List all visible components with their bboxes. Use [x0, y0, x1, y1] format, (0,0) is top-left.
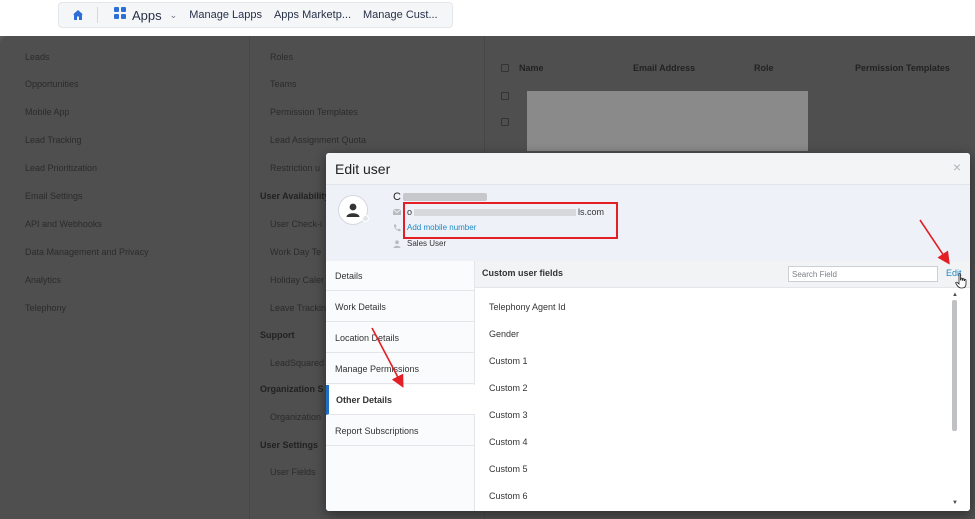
hand-cursor-icon	[955, 273, 967, 289]
menu-item-lead-prioritization[interactable]: Lead Prioritization	[25, 163, 97, 173]
submenu-teams[interactable]: Teams	[270, 79, 297, 89]
home-icon[interactable]	[67, 4, 89, 26]
column-permission-templates[interactable]: Permission Templates	[855, 63, 950, 73]
column-name[interactable]: Name	[519, 63, 544, 73]
field-gender[interactable]: Gender	[489, 329, 519, 339]
section-user-settings: User Settings	[260, 440, 319, 450]
submenu-organization[interactable]: Organization	[270, 412, 321, 422]
submenu-work-day[interactable]: Work Day Te	[270, 247, 321, 257]
mail-icon	[393, 208, 401, 215]
menu-item-lead-tracking[interactable]: Lead Tracking	[25, 135, 82, 145]
tab-manage-custom[interactable]: Manage Cust...	[357, 9, 444, 21]
submenu-permission-templates[interactable]: Permission Templates	[270, 107, 358, 117]
select-all-checkbox[interactable]	[501, 64, 509, 72]
section-user-availability: User Availability	[260, 191, 330, 201]
menu-item-api-webhooks[interactable]: API and Webhooks	[25, 219, 102, 229]
menu-item-email-settings[interactable]: Email Settings	[25, 191, 83, 201]
submenu-lead-assignment-quota[interactable]: Lead Assignment Quota	[270, 135, 366, 145]
row-checkbox[interactable]	[501, 118, 509, 126]
modal-header: Edit user ×	[326, 153, 970, 185]
email-highlight-box	[403, 202, 618, 239]
scrollbar-thumb[interactable]	[952, 300, 957, 431]
apps-label: Apps	[132, 7, 162, 23]
modal-tabs: Details Work Details Location Details Ma…	[326, 261, 475, 511]
filter-bar	[492, 36, 975, 48]
modal-title: Edit user	[335, 161, 391, 177]
phone-icon	[393, 224, 401, 232]
scroll-down-icon[interactable]: ▼	[952, 500, 958, 506]
row-checkbox[interactable]	[501, 92, 509, 100]
user-silhouette-icon	[346, 203, 360, 217]
field-custom-1[interactable]: Custom 1	[489, 356, 528, 366]
chevron-down-icon: ⌄	[169, 9, 178, 20]
tab-location-details[interactable]: Location Details	[326, 323, 475, 353]
role-icon	[393, 240, 401, 248]
field-telephony-agent-id[interactable]: Telephony Agent Id	[489, 302, 566, 312]
tab-manage-lapps[interactable]: Manage Lapps	[183, 9, 268, 21]
user-name-initial: C	[393, 191, 401, 203]
user-role: Sales User	[407, 239, 447, 248]
field-custom-5[interactable]: Custom 5	[489, 464, 528, 474]
tab-details[interactable]: Details	[326, 261, 475, 291]
custom-fields-title: Custom user fields	[482, 268, 564, 278]
apps-grid-icon	[114, 6, 126, 24]
users-table-header: Name Email Address Role Permission Templ…	[492, 58, 975, 78]
field-custom-6[interactable]: Custom 6	[489, 491, 528, 501]
section-support: Support	[260, 330, 295, 340]
tab-work-details[interactable]: Work Details	[326, 292, 475, 322]
menu-item-telephony[interactable]: Telephony	[25, 303, 66, 313]
submenu-holiday-calendar[interactable]: Holiday Caler	[270, 275, 324, 285]
section-organization: Organization S	[260, 384, 324, 394]
redacted-area	[527, 91, 808, 151]
close-icon[interactable]: ×	[953, 160, 961, 174]
tab-other-details[interactable]: Other Details	[326, 385, 475, 415]
menu-item-analytics[interactable]: Analytics	[25, 275, 61, 285]
redacted-name	[402, 193, 487, 201]
apps-dropdown[interactable]: Apps ⌄	[108, 3, 183, 27]
menu-item-data-management[interactable]: Data Management and Privacy	[25, 247, 149, 257]
submenu-roles[interactable]: Roles	[270, 52, 293, 62]
field-custom-4[interactable]: Custom 4	[489, 437, 528, 447]
menu-item-mobile-app[interactable]: Mobile App	[25, 107, 70, 117]
settings-left-menu: Leads Opportunities Mobile App Lead Trac…	[0, 36, 250, 519]
submenu-user-fields[interactable]: User Fields	[270, 467, 316, 477]
submenu-leadsquared[interactable]: LeadSquared	[270, 358, 324, 368]
field-custom-3[interactable]: Custom 3	[489, 410, 528, 420]
tab-manage-permissions[interactable]: Manage Permissions	[326, 354, 475, 384]
tab-apps-marketplace[interactable]: Apps Marketp...	[268, 9, 357, 21]
tab-report-subscriptions[interactable]: Report Subscriptions	[326, 416, 475, 446]
submenu-user-checkin[interactable]: User Check-i	[270, 219, 322, 229]
status-dot	[362, 215, 369, 222]
scroll-up-icon[interactable]: ▲	[952, 292, 958, 298]
nav-divider	[97, 7, 98, 23]
submenu-restriction[interactable]: Restriction u	[270, 163, 320, 173]
top-bar: Apps ⌄ Manage Lapps Apps Marketp... Mana…	[0, 0, 975, 36]
column-role[interactable]: Role	[754, 63, 774, 73]
menu-item-opportunities[interactable]: Opportunities	[25, 79, 79, 89]
menu-item-leads[interactable]: Leads	[25, 52, 50, 62]
custom-fields-header: Custom user fields Search Field Edit	[475, 261, 970, 289]
submenu-leave-tracking[interactable]: Leave Trackin	[270, 303, 326, 313]
custom-fields-panel: Custom user fields Search Field Edit Tel…	[475, 261, 970, 511]
column-email[interactable]: Email Address	[633, 63, 695, 73]
field-custom-2[interactable]: Custom 2	[489, 383, 528, 393]
search-field-input[interactable]: Search Field	[788, 266, 938, 282]
top-nav: Apps ⌄ Manage Lapps Apps Marketp... Mana…	[58, 2, 453, 28]
